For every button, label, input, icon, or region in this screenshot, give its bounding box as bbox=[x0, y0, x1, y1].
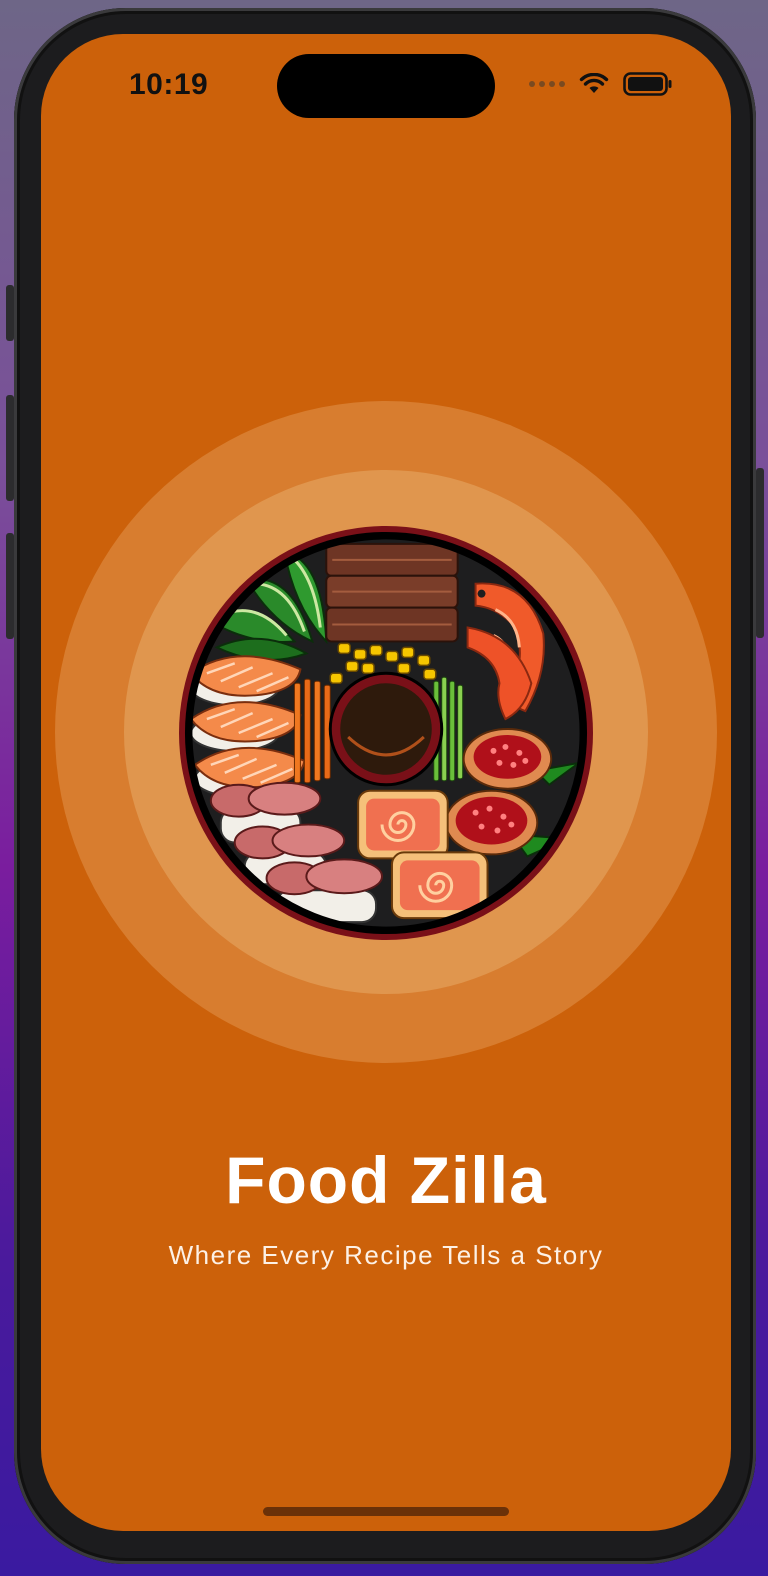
power-button bbox=[756, 468, 764, 638]
salmon-nigiri bbox=[190, 655, 306, 798]
wifi-icon bbox=[579, 73, 609, 93]
dynamic-island bbox=[277, 54, 495, 118]
splash-screen: 10:19 Food Zilla Where Every Recipe Tell… bbox=[41, 34, 731, 1531]
soy-sauce-bowl bbox=[328, 671, 444, 787]
grilled-meat bbox=[325, 542, 459, 643]
action-button bbox=[6, 285, 14, 341]
volume-up-button bbox=[6, 395, 14, 501]
app-title: Food Zilla bbox=[225, 1143, 547, 1217]
food-platter-illustration bbox=[178, 525, 594, 941]
status-bar: 10:19 bbox=[41, 34, 731, 134]
home-indicator[interactable] bbox=[263, 1507, 509, 1516]
battery-icon bbox=[623, 72, 672, 96]
status-time: 10:19 bbox=[129, 68, 209, 101]
app-tagline: Where Every Recipe Tells a Story bbox=[168, 1240, 604, 1270]
status-icons bbox=[529, 72, 673, 96]
cellular-signal-icon bbox=[529, 81, 565, 87]
volume-down-button bbox=[6, 533, 14, 639]
